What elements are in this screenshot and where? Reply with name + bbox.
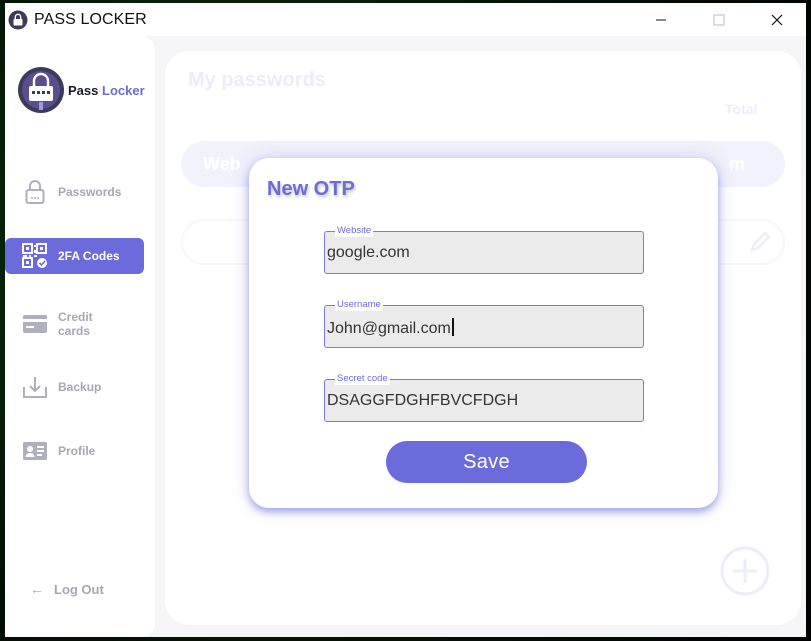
website-field-value: google.com [327, 244, 410, 261]
username-field-value: John@gmail.com [327, 320, 451, 337]
new-otp-dialog: New OTP Website google.com Username John… [249, 158, 718, 508]
secret-code-field-label: Secret code [335, 373, 390, 385]
website-field-label: Website [335, 225, 374, 237]
app-window: PASS LOCKER Pass Locker Passwords 2FA Co… [5, 3, 806, 637]
maximize-button[interactable] [690, 3, 748, 36]
close-button[interactable] [748, 3, 806, 36]
text-caret [451, 318, 454, 336]
app-body: Pass Locker Passwords 2FA Codes Credit c… [5, 36, 806, 637]
maximize-icon [713, 14, 725, 25]
app-lock-icon [8, 10, 28, 29]
username-field-value-wrap: John@gmail.com [327, 318, 454, 338]
secret-code-field-value: DSAGGFDGHFBVCFDGH [327, 392, 519, 409]
secret-code-field[interactable]: Secret code DSAGGFDGHFBVCFDGH [324, 373, 644, 422]
minimize-icon [656, 19, 666, 20]
username-field-label: Username [335, 299, 383, 311]
save-button[interactable]: Save [386, 441, 587, 483]
window-title: PASS LOCKER [34, 10, 147, 28]
title-bar: PASS LOCKER [5, 3, 806, 36]
username-field[interactable]: Username John@gmail.com [324, 299, 644, 348]
close-icon [771, 14, 783, 25]
website-field[interactable]: Website google.com [324, 225, 644, 274]
minimize-button[interactable] [632, 3, 690, 36]
dialog-title: New OTP [267, 178, 355, 200]
